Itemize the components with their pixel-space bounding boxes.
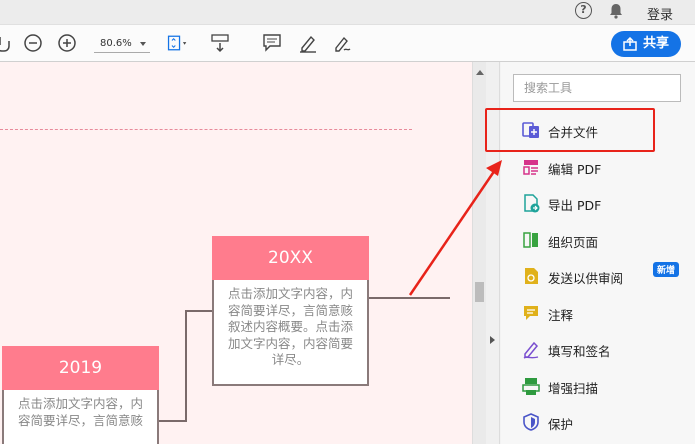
export-pdf-icon xyxy=(524,194,540,213)
tool-item[interactable]: 保护 xyxy=(501,404,695,440)
connector-line xyxy=(185,310,187,422)
zoom-in-icon[interactable] xyxy=(56,32,78,54)
connector-line xyxy=(186,310,214,312)
bell-icon[interactable] xyxy=(607,2,625,20)
dashed-guide xyxy=(0,129,412,130)
zoom-out-icon[interactable] xyxy=(22,32,44,54)
tool-item[interactable]: 组织页面 xyxy=(501,222,695,258)
login-link[interactable]: 登录 xyxy=(647,4,673,23)
vertical-scrollbar[interactable] xyxy=(472,62,486,444)
card-body-2019: 点击添加文字内容，内容简要详尽，言简意赅 xyxy=(2,390,159,444)
tool-label: 填写和签名 xyxy=(548,344,611,359)
tool-label: 注释 xyxy=(548,307,574,323)
tool-label: 增强扫描 xyxy=(548,380,599,396)
connector-line xyxy=(368,297,450,299)
tool-label: 导出 PDF xyxy=(548,198,602,213)
protect-icon xyxy=(523,413,539,431)
zoom-select[interactable]: 80.6% xyxy=(94,35,150,53)
scroll-thumb[interactable] xyxy=(475,282,484,302)
tool-item[interactable]: 导出 PDF xyxy=(501,185,695,221)
sign-icon[interactable] xyxy=(332,32,354,54)
fit-page-icon[interactable] xyxy=(166,32,188,54)
organize-pages-icon xyxy=(523,231,538,248)
hand-icon[interactable] xyxy=(0,32,14,54)
toolbar: 80.6% 共享 xyxy=(0,24,695,62)
tool-label: 发送以供审阅 xyxy=(548,271,624,286)
tool-label: 编辑 PDF xyxy=(548,161,602,177)
zoom-value: 80.6% xyxy=(100,38,132,49)
connector-line xyxy=(158,420,187,422)
enhance-scan-icon xyxy=(522,377,540,395)
new-badge: 新增 xyxy=(653,262,680,277)
tool-item[interactable]: 增强扫描 xyxy=(501,368,695,404)
send-review-icon xyxy=(525,268,538,284)
scroll-mode-icon[interactable] xyxy=(209,32,231,54)
card-body-20xx: 点击添加文字内容，内容简要详尽，言简意赅叙述内容概要。点击添加文字内容，内容简要… xyxy=(212,280,369,386)
tool-label: 保护 xyxy=(548,417,574,432)
share-label: 共享 xyxy=(643,36,670,51)
edit-pdf-icon xyxy=(523,159,538,175)
highlight-box xyxy=(485,108,655,152)
share-button[interactable]: 共享 xyxy=(611,31,681,57)
tool-item[interactable]: 编辑 PDF xyxy=(501,149,695,185)
tool-item[interactable]: 注释 xyxy=(501,295,695,331)
document-canvas[interactable]: 20XX 点击添加文字内容，内容简要详尽，言简意赅叙述内容概要。点击添加文字内容… xyxy=(0,62,472,444)
card-title-2019: 2019 xyxy=(2,346,159,390)
share-icon xyxy=(623,37,637,51)
comment-icon[interactable] xyxy=(261,32,283,54)
fill-sign-icon xyxy=(523,341,539,359)
collapse-arrow-icon[interactable] xyxy=(490,336,495,344)
title-bar: ? 登录 xyxy=(0,0,695,24)
tool-label: 组织页面 xyxy=(548,234,599,250)
tool-item[interactable]: 填写和签名 xyxy=(501,331,695,367)
scroll-up-icon[interactable] xyxy=(476,70,484,75)
search-tools-input[interactable]: 搜索工具 xyxy=(513,74,681,102)
help-icon[interactable]: ? xyxy=(575,2,592,19)
comment-icon xyxy=(524,305,538,320)
tool-item[interactable]: 发送以供审阅 新增 xyxy=(501,258,695,294)
card-title-20xx: 20XX xyxy=(212,236,369,280)
highlight-pen-icon[interactable] xyxy=(297,32,319,54)
chevron-down-icon xyxy=(140,42,146,46)
